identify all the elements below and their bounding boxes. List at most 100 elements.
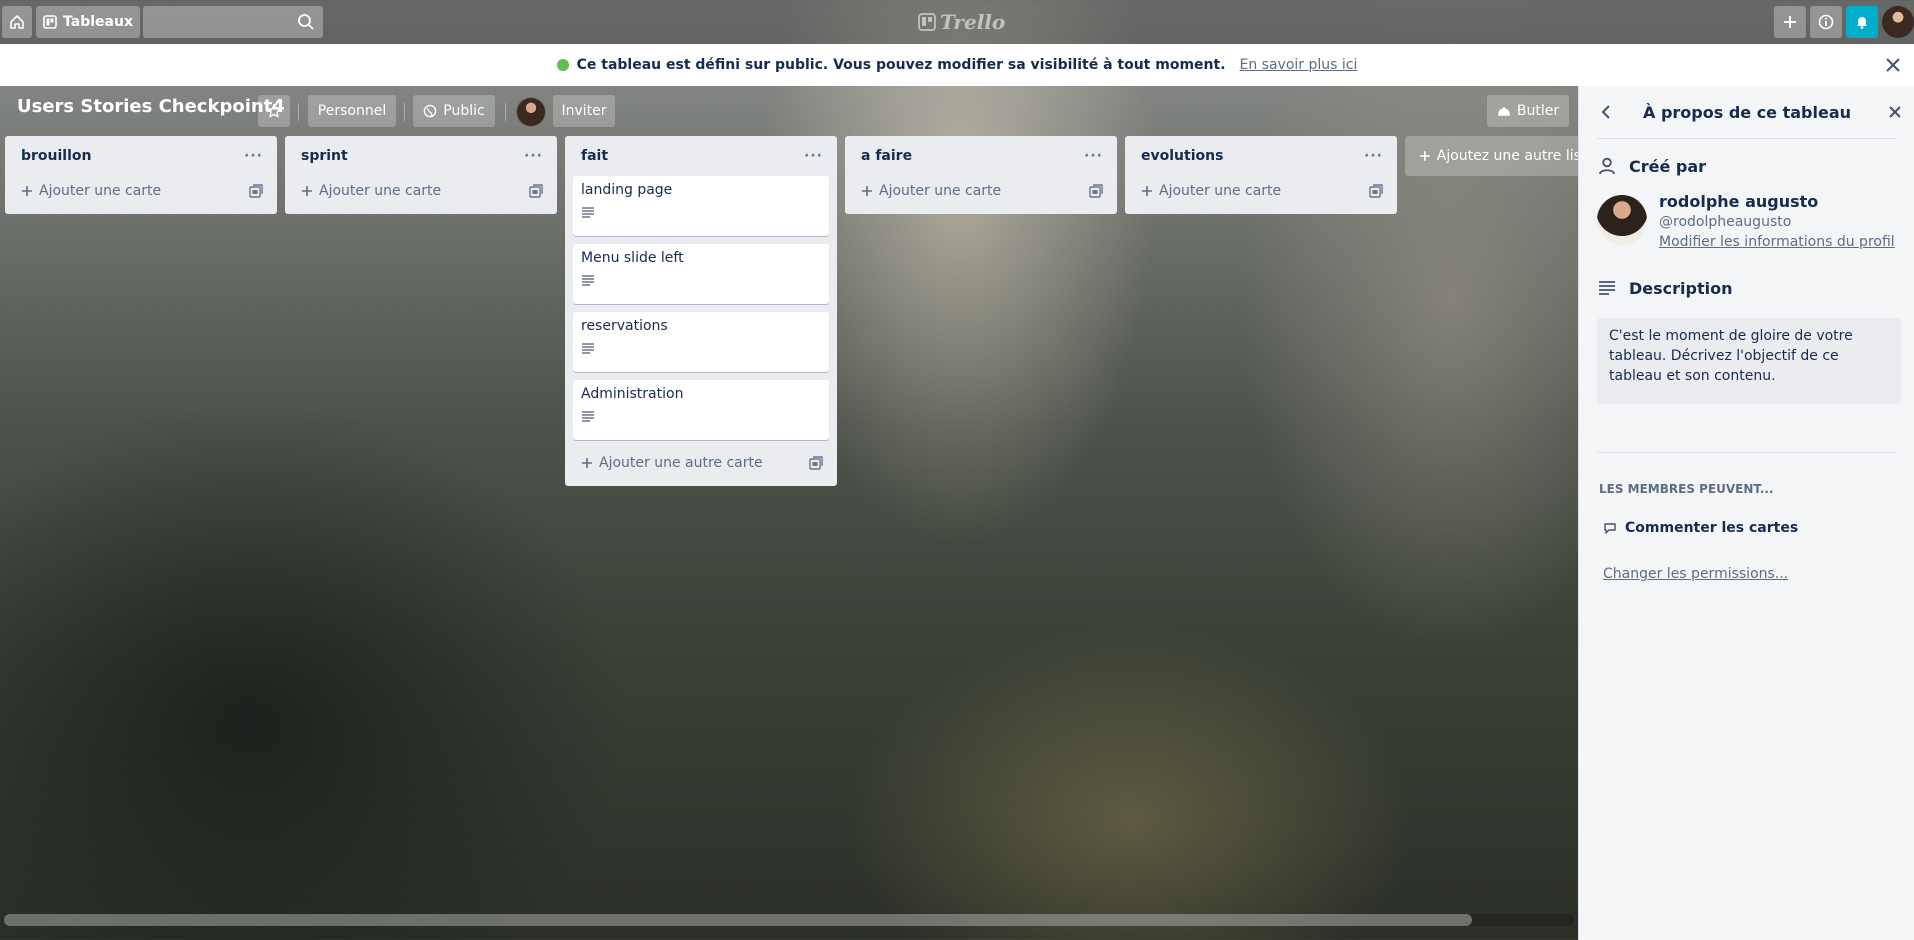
personal-button[interactable]: Personnel — [308, 95, 396, 127]
template-icon[interactable] — [1369, 184, 1383, 198]
add-card-label: Ajouter une carte — [1159, 183, 1282, 199]
description-icon — [582, 275, 594, 286]
member-avatar[interactable] — [516, 97, 546, 127]
list-title[interactable]: sprint — [301, 148, 348, 164]
info-icon — [1818, 14, 1834, 30]
public-label: Public — [443, 103, 485, 119]
list-title[interactable]: evolutions — [1141, 148, 1223, 164]
change-permissions-link[interactable]: Changer les permissions... — [1603, 566, 1788, 582]
description-icon — [582, 343, 594, 354]
template-icon[interactable] — [249, 184, 263, 198]
add-card-label: Ajouter une autre carte — [599, 455, 763, 471]
card[interactable]: Menu slide left — [573, 244, 829, 304]
globe-icon — [556, 59, 569, 71]
list-menu-icon[interactable]: ··· — [804, 148, 823, 164]
card[interactable]: Administration — [573, 380, 829, 440]
butler-label: Butler — [1516, 103, 1560, 119]
plus-icon — [862, 186, 872, 196]
add-card-button[interactable]: Ajouter une autre carte — [573, 448, 829, 478]
banner-message: Ce tableau est défini sur public. Vous p… — [576, 57, 1226, 73]
notifications-button[interactable] — [1846, 6, 1878, 38]
list-menu-icon[interactable]: ··· — [524, 148, 543, 164]
bell-icon — [1857, 17, 1867, 29]
list-evolutions: evolutions ··· Ajouter une carte — [1125, 136, 1397, 214]
creator-name: rodolphe augusto — [1659, 192, 1819, 211]
card-title: Menu slide left — [581, 250, 684, 266]
learn-more-link[interactable]: En savoir plus ici — [1240, 57, 1358, 73]
list-fait: fait ··· landing page Menu slide left re… — [565, 136, 837, 486]
add-card-button[interactable]: Ajouter une carte — [853, 176, 1109, 206]
divider — [1597, 138, 1897, 139]
plus-icon — [22, 186, 32, 196]
boards-button-label: Tableaux — [63, 14, 133, 30]
invite-button[interactable]: Inviter — [553, 95, 615, 127]
template-icon[interactable] — [529, 184, 543, 198]
boards-button[interactable]: Tableaux — [36, 6, 140, 38]
plus-icon — [1784, 16, 1796, 28]
add-list-button[interactable]: Ajoutez une autre liste — [1405, 136, 1595, 176]
list-brouillon: brouillon ··· Ajouter une carte — [5, 136, 277, 214]
butler-icon — [1497, 107, 1510, 116]
close-icon[interactable] — [1882, 54, 1904, 76]
description-label: Description — [1629, 278, 1733, 298]
card-title: reservations — [581, 318, 668, 334]
description-heading: Description — [1597, 278, 1732, 298]
info-button[interactable] — [1810, 6, 1842, 38]
list-title[interactable]: brouillon — [21, 148, 92, 164]
comment-icon — [1604, 523, 1616, 534]
creator-username: @rodolpheaugusto — [1659, 214, 1792, 230]
butler-button[interactable]: Butler — [1487, 95, 1569, 127]
members-can-heading: LES MEMBRES PEUVENT... — [1599, 482, 1774, 496]
board-title[interactable]: Users Stories Checkpoint4 — [17, 96, 285, 117]
board-menu-panel: À propos de ce tableau Créé par rodolphe… — [1578, 86, 1914, 940]
star-button[interactable] — [258, 95, 290, 127]
star-icon — [267, 104, 281, 118]
description-text[interactable]: C'est le moment de gloire de votre table… — [1597, 318, 1901, 404]
plus-icon — [1419, 151, 1430, 161]
logo-text: Trello — [940, 10, 1006, 34]
header-divider — [298, 103, 299, 121]
add-card-button[interactable]: Ajouter une carte — [13, 176, 269, 206]
globe-icon — [423, 104, 437, 118]
edit-profile-link[interactable]: Modifier les informations du profil — [1659, 234, 1895, 250]
add-card-label: Ajouter une carte — [319, 183, 442, 199]
top-header: Tableaux Trello — [0, 0, 1914, 44]
user-avatar[interactable] — [1882, 6, 1914, 38]
panel-title: À propos de ce tableau — [1642, 102, 1852, 122]
add-card-label: Ajouter une carte — [39, 183, 162, 199]
invite-label: Inviter — [561, 103, 607, 119]
board-scrollbar-thumb[interactable] — [4, 914, 1472, 926]
add-card-label: Ajouter une carte — [879, 183, 1002, 199]
plus-icon — [302, 186, 312, 196]
list-a-faire: a faire ··· Ajouter une carte — [845, 136, 1117, 214]
permission-label: Commenter les cartes — [1625, 520, 1799, 536]
search-icon[interactable] — [296, 12, 316, 32]
card[interactable]: reservations — [573, 312, 829, 372]
list-title[interactable]: a faire — [861, 148, 912, 164]
list-menu-icon[interactable]: ··· — [1084, 148, 1103, 164]
personal-label: Personnel — [317, 103, 387, 119]
board-icon — [43, 15, 57, 29]
creator-avatar[interactable] — [1597, 195, 1647, 245]
list-menu-icon[interactable]: ··· — [1364, 148, 1383, 164]
list-menu-icon[interactable]: ··· — [244, 148, 263, 164]
close-icon[interactable] — [1885, 102, 1905, 122]
description-icon — [1599, 281, 1615, 295]
template-icon[interactable] — [1089, 184, 1103, 198]
back-icon[interactable] — [1597, 102, 1617, 122]
add-card-button[interactable]: Ajouter une carte — [293, 176, 549, 206]
permission-comment-cards: Commenter les cartes — [1603, 520, 1798, 536]
card[interactable]: landing page — [573, 176, 829, 236]
template-icon[interactable] — [809, 456, 823, 470]
add-card-button[interactable]: Ajouter une carte — [1133, 176, 1389, 206]
header-divider — [505, 103, 506, 121]
home-button[interactable] — [2, 6, 32, 38]
header-divider — [404, 103, 405, 121]
created-by-heading: Créé par — [1597, 156, 1706, 176]
list-title[interactable]: fait — [581, 148, 608, 164]
plus-icon — [582, 458, 592, 468]
create-button[interactable] — [1774, 6, 1806, 38]
visibility-banner: Ce tableau est défini sur public. Vous p… — [0, 44, 1914, 86]
trello-logo[interactable]: Trello — [918, 10, 1005, 34]
visibility-button[interactable]: Public — [413, 95, 495, 127]
